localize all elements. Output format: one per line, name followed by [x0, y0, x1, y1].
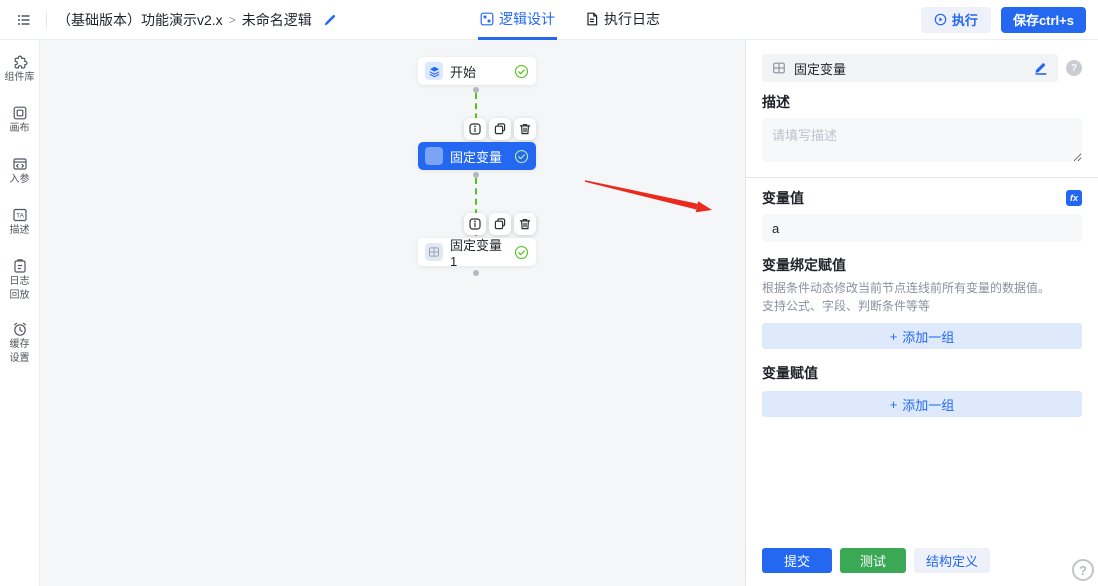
header-actions: 执行 保存ctrl+s: [921, 7, 1086, 33]
tab-execution-log[interactable]: 执行日志: [583, 0, 662, 40]
breadcrumb: （基础版本）功能演示v2.x > 未命名逻辑: [57, 8, 342, 32]
sidebar-item-description[interactable]: TA 描述: [10, 207, 30, 239]
puzzle-icon: [12, 54, 28, 70]
node-toolbar: [464, 213, 536, 235]
submit-button[interactable]: 提交: [762, 548, 832, 573]
sidebar-label: 组件库: [5, 72, 35, 84]
tab-logic-design[interactable]: 逻辑设计: [478, 0, 557, 40]
header-divider: [46, 12, 47, 28]
tab-label: 执行日志: [604, 9, 660, 29]
play-icon: [934, 13, 947, 26]
node-fixed-variable-1[interactable]: 固定变量1: [418, 238, 536, 266]
edit-title-icon[interactable]: [1034, 61, 1048, 75]
header: （基础版本）功能演示v2.x > 未命名逻辑 逻辑设计 执行日志: [0, 0, 1098, 40]
fx-icon[interactable]: fx: [1066, 190, 1082, 206]
code-window-icon: [12, 156, 28, 172]
save-button[interactable]: 保存ctrl+s: [1001, 7, 1086, 33]
global-help-icon[interactable]: ?: [1072, 559, 1094, 581]
delete-button[interactable]: [514, 118, 536, 140]
section-divider: [746, 177, 1098, 178]
binding-help-line2: 支持公式、字段、判断条件等等: [762, 298, 1082, 315]
sidebar-label: 画布: [10, 123, 30, 135]
breadcrumb-project[interactable]: （基础版本）功能演示v2.x: [57, 10, 223, 30]
structure-definition-button[interactable]: 结构定义: [914, 548, 990, 573]
copy-button[interactable]: [489, 118, 511, 140]
node-label: 开始: [450, 62, 476, 81]
sidebar-label: 日志: [10, 276, 30, 288]
binding-help-line1: 根据条件动态修改当前节点连线前所有变量的数据值。: [762, 280, 1082, 297]
node-label: 固定变量: [450, 147, 502, 166]
variable-icon: [425, 243, 443, 261]
sidebar-item-components[interactable]: 组件库: [5, 54, 35, 86]
node-start[interactable]: 开始: [418, 57, 536, 85]
app-window: （基础版本）功能演示v2.x > 未命名逻辑 逻辑设计 执行日志: [0, 0, 1098, 586]
sidebar-item-cache-settings[interactable]: 缓存 设置: [10, 321, 30, 365]
plus-icon: +: [890, 329, 898, 344]
help-icon[interactable]: ?: [1066, 60, 1082, 76]
test-button[interactable]: 测试: [840, 548, 906, 573]
sidebar-label: 缓存: [10, 339, 30, 351]
info-button[interactable]: [464, 213, 486, 235]
flow-canvas[interactable]: 开始 固定变量: [40, 40, 745, 586]
node-label: 固定变量1: [450, 235, 507, 269]
add-group-label: 添加一组: [902, 327, 954, 346]
sidebar-label: 入参: [10, 174, 30, 186]
delete-button[interactable]: [514, 213, 536, 235]
tab-label: 逻辑设计: [499, 9, 555, 29]
description-label: 描述: [762, 92, 1082, 112]
variable-value-row: 变量值 fx: [762, 188, 1082, 208]
execution-log-icon: [585, 12, 599, 26]
breadcrumb-separator: >: [229, 13, 236, 27]
svg-text:TA: TA: [16, 213, 24, 220]
variable-value-label: 变量值: [762, 188, 804, 208]
panel-title-row: 固定变量 ?: [762, 54, 1082, 82]
assignment-label: 变量赋值: [762, 363, 1082, 383]
info-button[interactable]: [464, 118, 486, 140]
copy-button[interactable]: [489, 213, 511, 235]
success-check-icon: [514, 149, 529, 164]
node-fixed-variable[interactable]: 固定变量: [418, 142, 536, 170]
success-check-icon: [514, 245, 529, 260]
node-toolbar: [464, 118, 536, 140]
text-box-icon: TA: [12, 207, 28, 223]
run-label: 执行: [952, 10, 978, 29]
connector-dot[interactable]: [473, 270, 479, 276]
sidebar-item-input-params[interactable]: 入参: [10, 156, 30, 188]
variable-value-input[interactable]: [762, 214, 1082, 242]
properties-panel: 固定变量 ? 描述 变量值 fx 变量绑定赋值 根据条件动态修改当前节点连线前所…: [745, 40, 1098, 586]
variable-icon: [425, 147, 443, 165]
breadcrumb-current: 未命名逻辑: [242, 10, 312, 30]
sidebar-item-log-replay[interactable]: 日志 回放: [10, 258, 30, 302]
description-textarea[interactable]: [762, 118, 1082, 162]
binding-label: 变量绑定赋值: [762, 255, 1082, 275]
add-assignment-group-button[interactable]: + 添加一组: [762, 391, 1082, 417]
node-title-bar: 固定变量: [762, 54, 1058, 82]
success-check-icon: [514, 64, 529, 79]
sidebar-item-canvas[interactable]: 画布: [10, 105, 30, 137]
logic-design-icon: [480, 12, 494, 26]
sidebar-label: 描述: [10, 225, 30, 237]
add-group-label: 添加一组: [902, 395, 954, 414]
left-sidebar: 组件库 画布 入参 TA 描述 日: [0, 40, 40, 586]
plus-icon: +: [890, 397, 898, 412]
variable-icon: [772, 61, 786, 75]
panel-title: 固定变量: [794, 59, 846, 78]
clock-icon: [12, 321, 28, 337]
menu-icon[interactable]: [12, 8, 36, 32]
view-tabs: 逻辑设计 执行日志: [478, 0, 662, 40]
add-binding-group-button[interactable]: + 添加一组: [762, 323, 1082, 349]
layers-icon: [425, 62, 443, 80]
panel-footer: 提交 测试 结构定义: [762, 548, 990, 573]
canvas-icon: [12, 105, 28, 121]
run-button[interactable]: 执行: [921, 7, 991, 33]
clipboard-icon: [12, 258, 28, 274]
annotation-arrow: [540, 160, 740, 240]
edit-name-icon[interactable]: [318, 8, 342, 32]
